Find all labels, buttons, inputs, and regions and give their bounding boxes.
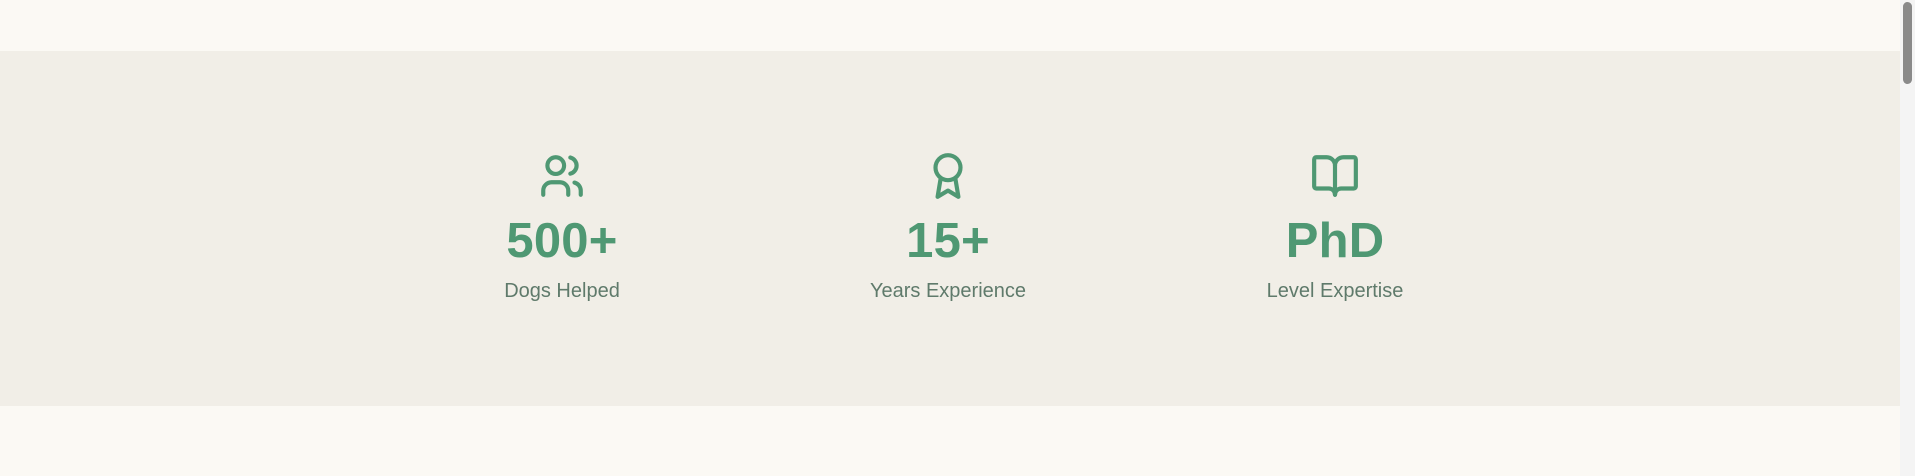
- vertical-scrollbar[interactable]: [1900, 0, 1915, 476]
- scrollbar-thumb[interactable]: [1903, 2, 1912, 84]
- stat-label: Level Expertise: [1266, 280, 1404, 302]
- stat-label: Years Experience: [869, 280, 1027, 302]
- users-icon: [537, 151, 587, 201]
- stat-value: 15+: [906, 214, 990, 268]
- stats-section: 500+ Dogs Helped 15+ Years Experience Ph…: [0, 51, 1900, 406]
- page: 500+ Dogs Helped 15+ Years Experience Ph…: [0, 0, 1915, 476]
- stat-label: Dogs Helped: [504, 280, 620, 302]
- award-icon: [923, 151, 973, 201]
- stat-value: PhD: [1285, 214, 1385, 268]
- open-book-icon: [1310, 151, 1360, 201]
- stat-value: 500+: [506, 214, 618, 268]
